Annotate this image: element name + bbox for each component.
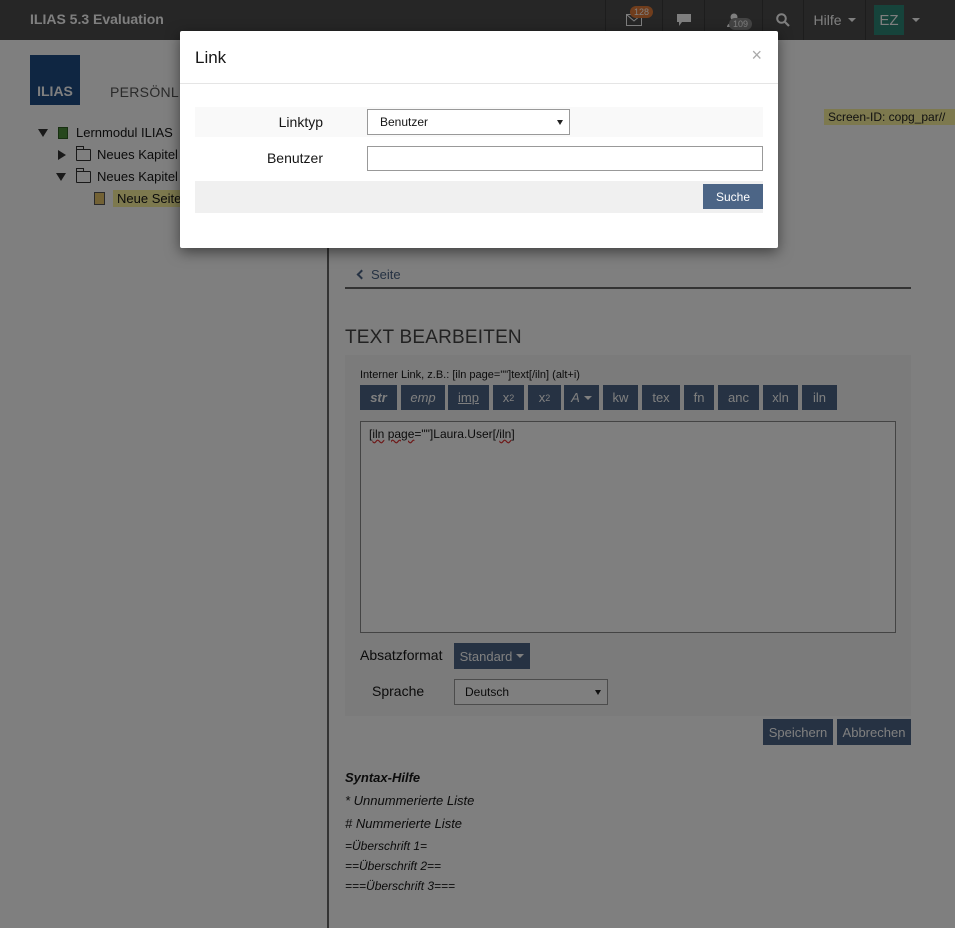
dialog-button-bar: Suche bbox=[195, 181, 763, 213]
linktype-label: Linktyp bbox=[278, 114, 323, 130]
link-dialog: Link × Linktyp Benutzer Benutzer Suche bbox=[180, 31, 778, 248]
linktype-select[interactable]: Benutzer bbox=[367, 109, 570, 135]
search-submit-button[interactable]: Suche bbox=[703, 184, 763, 209]
dialog-divider bbox=[180, 83, 778, 84]
user-input[interactable] bbox=[367, 146, 763, 171]
close-icon[interactable]: × bbox=[751, 45, 762, 66]
select-value: Benutzer bbox=[380, 115, 429, 129]
user-row: Benutzer bbox=[195, 143, 763, 173]
linktype-row: Linktyp Benutzer bbox=[195, 107, 763, 137]
chevron-down-icon bbox=[557, 120, 563, 125]
user-label: Benutzer bbox=[266, 150, 323, 166]
dialog-title: Link bbox=[195, 48, 227, 67]
